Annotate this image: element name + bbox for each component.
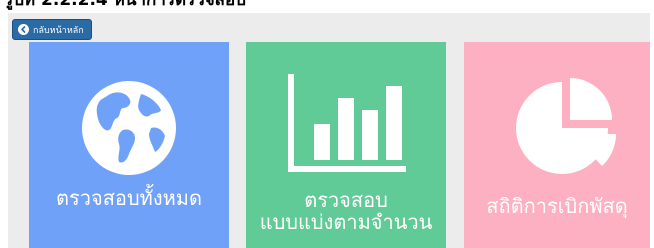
arrow-left-circle-icon [18,24,29,35]
tile-check-by-quantity-label-line1: ตรวจสอบ [304,188,388,212]
globe-icon [82,81,176,175]
main-panel: กลับหน้าหลัก ตรวจสอบทั้งหมด ตรวจสอบ แบบแ… [8,13,650,248]
tile-check-all-label: ตรวจสอบทั้งหมด [56,186,202,210]
bar-chart-icon [288,74,406,172]
back-to-home-button[interactable]: กลับหน้าหลัก [12,19,92,40]
tile-check-all[interactable]: ตรวจสอบทั้งหมด [29,42,229,248]
tile-withdrawal-statistics-label: สถิติการเบิกพัสดุ [486,194,628,218]
page-caption: รูปที่ 2.2.2.4 หน้าการตรวจสอบ [4,0,247,10]
back-button-label: กลับหน้าหลัก [33,25,84,36]
tile-check-by-quantity[interactable]: ตรวจสอบ แบบแบ่งตามจำนวน [246,42,446,248]
tile-check-by-quantity-label-line2: แบบแบ่งตามจำนวน [259,210,433,234]
pie-chart-icon [516,78,616,174]
tile-withdrawal-statistics[interactable]: สถิติการเบิกพัสดุ [464,42,650,248]
